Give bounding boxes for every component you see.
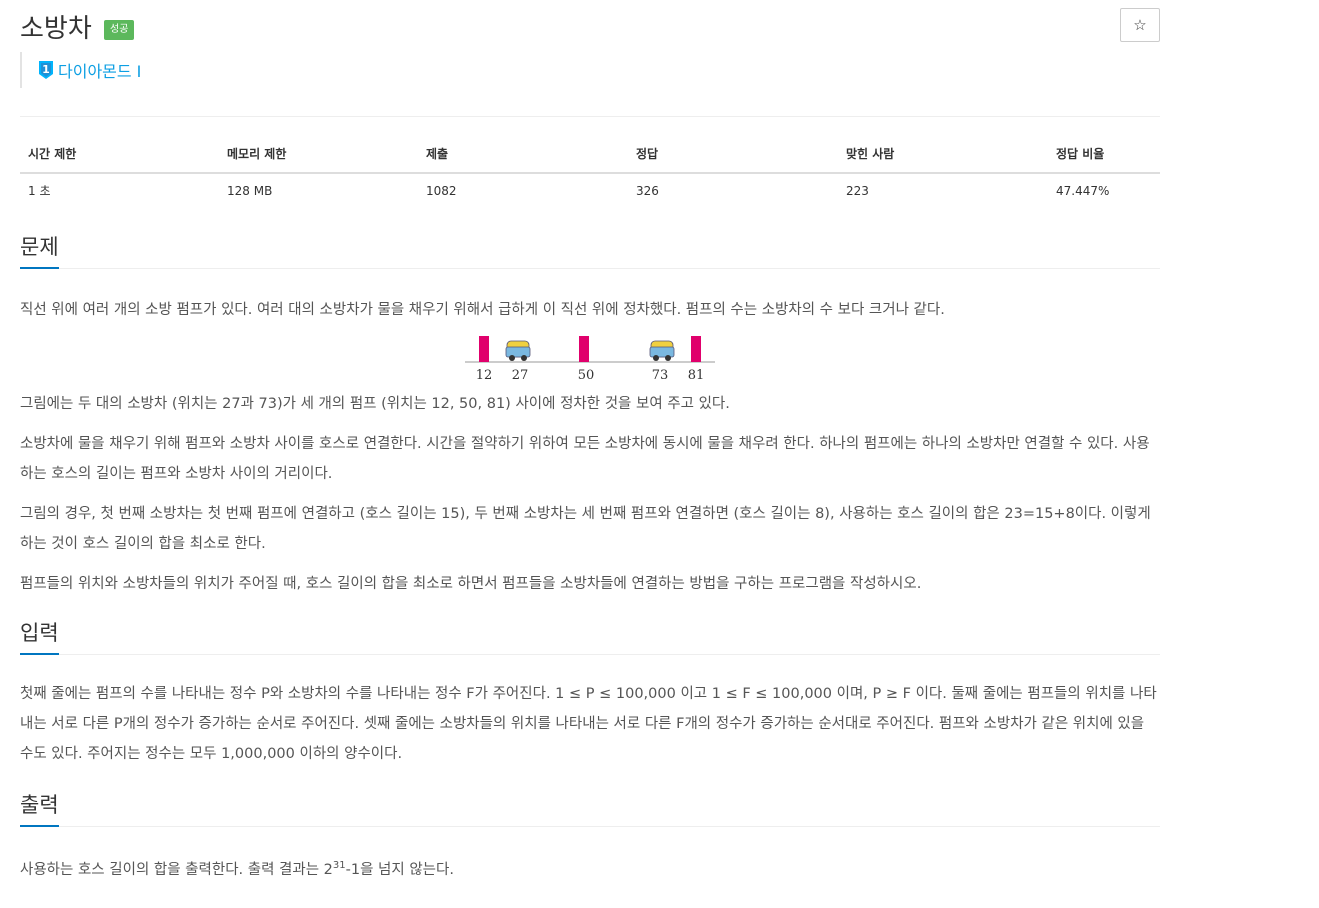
problem-paragraph: 펌프들의 위치와 소방차들의 위치가 주어질 때, 호스 길이의 합을 최소로 …	[20, 576, 922, 592]
output-description: 사용하는 호스 길이의 합을 출력한다. 출력 결과는 231-1을 넘지 않는…	[20, 851, 1160, 885]
section-title-input: 입력	[20, 617, 59, 655]
value-submissions: 1082	[426, 183, 457, 198]
output-paragraph: 사용하는 호스 길이의 합을 출력한다. 출력 결과는 231-1을 넘지 않는…	[20, 860, 454, 878]
fire-truck-27-icon	[505, 340, 531, 361]
label-12: 12	[476, 368, 493, 383]
input-description: 첫째 줄에는 펌프의 수를 나타내는 정수 P와 소방차의 수를 나타내는 정수…	[20, 679, 1160, 769]
title-row: 소방차 성공 ☆	[20, 0, 1160, 48]
problem-figure: 12 27 50 73 81	[20, 335, 1160, 389]
problem-info-table: 시간 제한 메모리 제한 제출 정답 맞힌 사람 정답 비율 1 초 128 M…	[20, 139, 1160, 207]
label-73: 73	[652, 368, 669, 383]
info-value-row: 1 초 128 MB 1082 326 223 47.447%	[20, 173, 1160, 207]
favorite-star-button[interactable]: ☆	[1120, 8, 1160, 42]
output-section: 출력 사용하는 호스 길이의 합을 출력한다. 출력 결과는 231-1을 넘지…	[20, 789, 1160, 885]
value-solved-users: 223	[846, 183, 869, 198]
input-paragraph: 첫째 줄에는 펌프의 수를 나타내는 정수 P와 소방차의 수를 나타내는 정수…	[20, 686, 1157, 762]
problem-paragraph: 그림에는 두 대의 소방차 (위치는 27과 73)가 세 개의 펌프 (위치는…	[20, 396, 730, 412]
status-badge: 성공	[104, 20, 135, 40]
section-header: 입력	[20, 617, 1160, 655]
tier-label: 다이아몬드 I	[58, 62, 142, 81]
input-section: 입력 첫째 줄에는 펌프의 수를 나타내는 정수 P와 소방차의 수를 나타내는…	[20, 617, 1160, 769]
header-accept-ratio: 정답 비율	[1048, 139, 1160, 174]
problem-description: 직선 위에 여러 개의 소방 펌프가 있다. 여러 대의 소방차가 물을 채우기…	[20, 295, 1160, 599]
problem-page: 소방차 성공 ☆ 1 다이아몬드 I 시간 제한 메모리 제한 제출 정답 맞힌…	[20, 0, 1160, 885]
tier-bar: 1 다이아몬드 I	[20, 52, 1160, 88]
diamond-tier-icon: 1	[39, 61, 53, 79]
divider	[20, 116, 1160, 117]
label-27: 27	[512, 368, 529, 383]
problem-paragraph: 소방차에 물을 채우기 위해 펌프와 소방차 사이를 호스로 연결한다. 시간을…	[20, 436, 1150, 482]
label-50: 50	[578, 368, 595, 383]
pump-12	[479, 336, 489, 362]
problem-section: 문제 직선 위에 여러 개의 소방 펌프가 있다. 여러 대의 소방차가 물을 …	[20, 231, 1160, 599]
problem-title: 소방차	[20, 14, 92, 44]
section-header: 문제	[20, 231, 1160, 269]
svg-text:1: 1	[42, 63, 50, 76]
fire-truck-diagram: 12 27 50 73 81	[465, 336, 715, 383]
header-time-limit: 시간 제한	[20, 139, 219, 174]
header-memory-limit: 메모리 제한	[219, 139, 418, 174]
pump-81	[691, 336, 701, 362]
section-title-output: 출력	[20, 789, 59, 827]
value-time-limit: 1 초	[28, 184, 51, 198]
info-header-row: 시간 제한 메모리 제한 제출 정답 맞힌 사람 정답 비율	[20, 139, 1160, 174]
problem-paragraph: 그림의 경우, 첫 번째 소방차는 첫 번째 펌프에 연결하고 (호스 길이는 …	[20, 506, 1151, 552]
label-81: 81	[688, 368, 705, 383]
section-header: 출력	[20, 789, 1160, 827]
header-accepted: 정답	[628, 139, 838, 174]
tier-link[interactable]: 1 다이아몬드 I	[38, 58, 141, 82]
value-accept-ratio: 47.447%	[1056, 183, 1110, 198]
header-submissions: 제출	[418, 139, 628, 174]
header-solved-users: 맞힌 사람	[838, 139, 1048, 174]
problem-paragraph: 직선 위에 여러 개의 소방 펌프가 있다. 여러 대의 소방차가 물을 채우기…	[20, 302, 945, 318]
section-title-problem: 문제	[20, 231, 59, 269]
fire-truck-73-icon	[649, 340, 675, 361]
value-memory-limit: 128 MB	[227, 183, 273, 198]
star-icon: ☆	[1133, 16, 1147, 34]
value-accepted: 326	[636, 183, 659, 198]
pump-50	[579, 336, 589, 362]
